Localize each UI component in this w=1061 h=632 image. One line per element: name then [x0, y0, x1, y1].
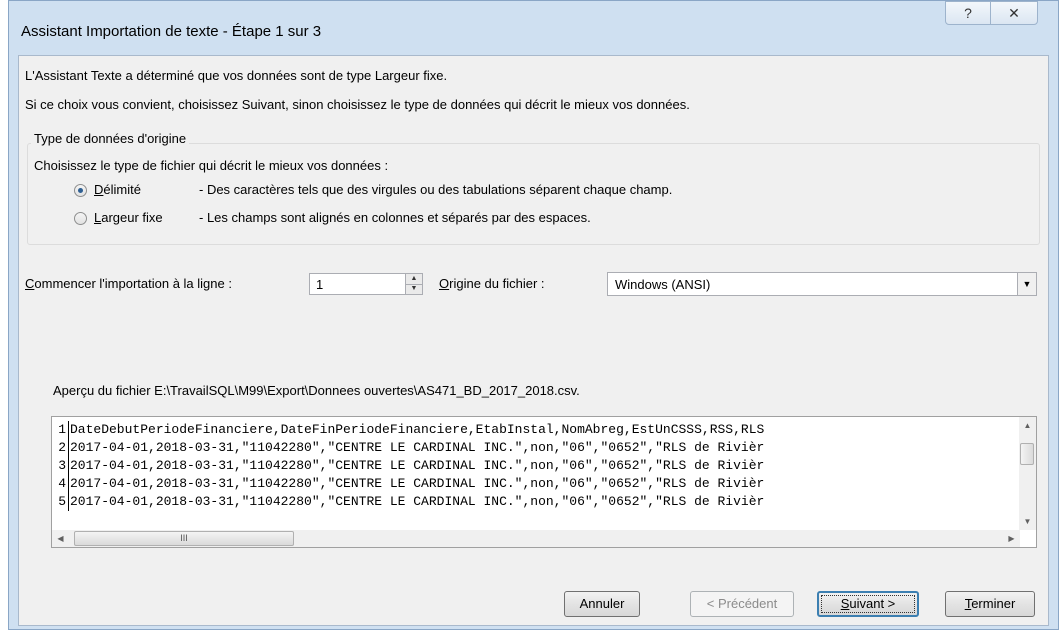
preview-row-text: 2017-04-01,2018-03-31,"11042280","CENTRE…: [70, 476, 765, 491]
preview-label: Aperçu du fichier E:\TravailSQL\M99\Expo…: [53, 383, 580, 398]
preview-row-number: 1: [52, 421, 69, 439]
file-origin-label: Origine du fichier :: [439, 276, 545, 291]
dialog-content: L'Assistant Texte a déterminé que vos do…: [18, 55, 1049, 626]
help-icon: ?: [964, 5, 972, 21]
horizontal-scroll-thumb[interactable]: III: [74, 531, 294, 546]
preview-row-number: 4: [52, 475, 69, 493]
preview-vertical-scrollbar[interactable]: ▲ ▼: [1019, 417, 1036, 530]
start-row-label: Commencer l'importation à la ligne :: [25, 276, 232, 291]
next-button[interactable]: Suivant >: [817, 591, 919, 617]
file-preview[interactable]: 1 DateDebutPeriodeFinanciere,DateFinPerio…: [51, 416, 1037, 548]
scroll-up-icon[interactable]: ▲: [1019, 417, 1036, 434]
preview-row: 2 2017-04-01,2018-03-31,"11042280","CENTR…: [52, 439, 1020, 457]
radio-delimited-label[interactable]: Délimité: [94, 182, 141, 197]
preview-row: 4 2017-04-01,2018-03-31,"11042280","CENTR…: [52, 475, 1020, 493]
spinner-buttons: ▲ ▼: [405, 274, 422, 294]
preview-row-text: DateDebutPeriodeFinanciere,DateFinPeriod…: [70, 422, 765, 437]
preview-horizontal-scrollbar[interactable]: ◀ III ▶: [52, 530, 1020, 547]
chevron-down-icon[interactable]: ▼: [1017, 273, 1036, 295]
preview-row-number: 2: [52, 439, 69, 457]
radio-fixed-width[interactable]: [74, 212, 87, 225]
preview-row-text: 2017-04-01,2018-03-31,"11042280","CENTRE…: [70, 458, 765, 473]
preview-row: 1 DateDebutPeriodeFinanciere,DateFinPerio…: [52, 421, 1020, 439]
preview-row-text: 2017-04-01,2018-03-31,"11042280","CENTRE…: [70, 494, 765, 509]
file-origin-select[interactable]: Windows (ANSI) ▼: [607, 272, 1037, 296]
data-type-legend: Type de données d'origine: [31, 131, 190, 146]
radio-fixed-width-label[interactable]: Largeur fixe: [94, 210, 163, 225]
preview-row: 5 2017-04-01,2018-03-31,"11042280","CENTR…: [52, 493, 1020, 511]
data-type-prompt: Choisissez le type de fichier qui décrit…: [34, 158, 389, 173]
vertical-scroll-thumb[interactable]: [1020, 443, 1034, 465]
preview-lines: 1 DateDebutPeriodeFinanciere,DateFinPerio…: [52, 421, 1020, 531]
scroll-down-icon[interactable]: ▼: [1019, 513, 1036, 530]
intro-line-1: L'Assistant Texte a déterminé que vos do…: [25, 68, 448, 83]
scroll-right-icon[interactable]: ▶: [1003, 530, 1020, 547]
focus-rect: [821, 595, 915, 613]
file-origin-value: Windows (ANSI): [615, 277, 711, 292]
start-row-value: 1: [316, 277, 324, 292]
finish-button[interactable]: Terminer: [945, 591, 1035, 617]
preview-row-number: 3: [52, 457, 69, 475]
start-row-spinner[interactable]: 1 ▲ ▼: [309, 273, 423, 295]
dialog-title: Assistant Importation de texte - Étape 1…: [21, 23, 322, 40]
intro-line-2: Si ce choix vous convient, choisissez Su…: [25, 97, 690, 112]
close-icon: ✕: [1008, 4, 1020, 21]
preview-row-number: 5: [52, 493, 69, 511]
help-button[interactable]: ?: [945, 1, 991, 25]
title-bar[interactable]: Assistant Importation de texte - Étape 1…: [9, 1, 1058, 53]
radio-fixed-width-description: - Les champs sont alignés en colonnes et…: [199, 210, 591, 225]
radio-delimited[interactable]: [74, 184, 87, 197]
spin-down-icon[interactable]: ▼: [406, 284, 422, 294]
previous-button[interactable]: < Précédent: [690, 591, 794, 617]
close-button[interactable]: ✕: [990, 1, 1038, 25]
preview-row: 3 2017-04-01,2018-03-31,"11042280","CENTR…: [52, 457, 1020, 475]
import-wizard-dialog: Assistant Importation de texte - Étape 1…: [8, 0, 1059, 630]
cancel-button[interactable]: Annuler: [564, 591, 640, 617]
radio-delimited-description: - Des caractères tels que des virgules o…: [199, 182, 673, 197]
scroll-left-icon[interactable]: ◀: [52, 530, 69, 547]
preview-row-text: 2017-04-01,2018-03-31,"11042280","CENTRE…: [70, 440, 765, 455]
